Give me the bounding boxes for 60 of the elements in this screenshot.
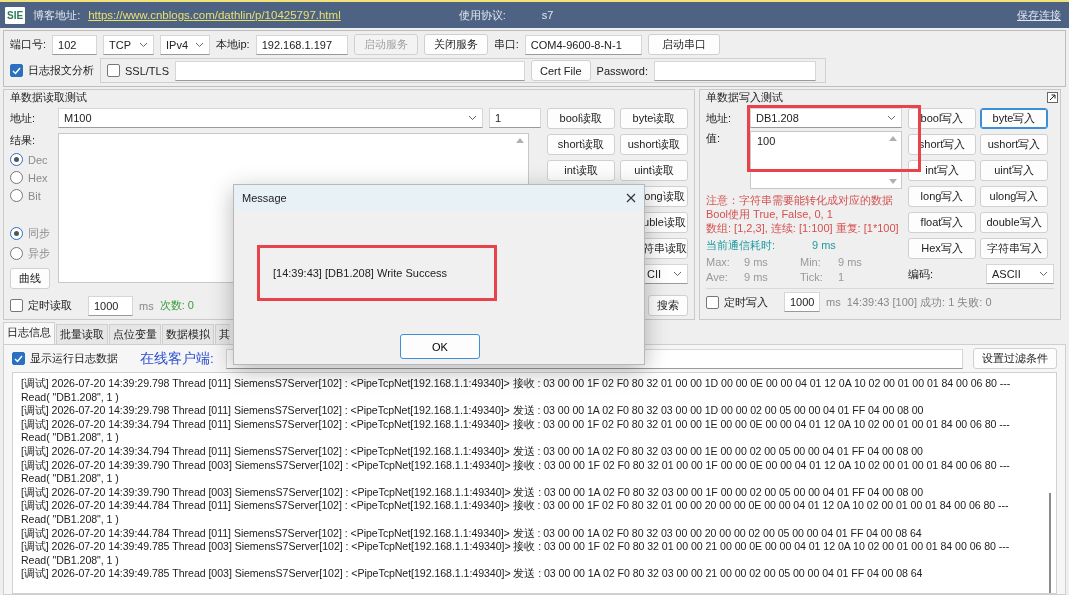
checkbox-label: 显示运行日志数据 [30, 351, 118, 366]
protocol-value: s7 [541, 9, 554, 21]
radio-label: Dec [28, 153, 48, 166]
log-line: [调试] 2026-07-20 14:39:49.785 Thread [003] SiemensS7Server[102] : <PipeTcpNet[192.168.1.1:49340]> 接收 : 03 00 00 1F 02 F0 80 32 01 00 00 21 00 00 0E 00 00 04 01 12 0A 10 02 00 01 00 01 84 00 06 80 --- [21, 540, 1011, 554]
stat-label: Max: [706, 255, 731, 269]
online-clients-label: 在线客户端: [140, 349, 214, 368]
port-label: 端口号: [10, 37, 47, 52]
address-label: 地址: [10, 110, 37, 126]
checkbox-label: SSL/TLS [125, 64, 170, 77]
log-line: [调试] 2026-07-20 14:39:39.790 Thread [003] SiemensS7Server[102] : <PipeTcpNet[192.168.1.1:49340]> 发送 : 03 00 00 1A 02 F0 80 32 03 00 00 1F 00 00 02 00 05 00 00 04 01 FF 04 00 08 00 [21, 485, 925, 500]
checkbox-label: 日志报文分析 [28, 63, 94, 78]
radio-label: Bit [28, 189, 41, 202]
encoding-label: 编码: [908, 266, 935, 282]
stat-value: 9 ms [744, 270, 769, 284]
log-line: Read( "DB1.208", 1 ) [21, 512, 120, 527]
group-title: 单数据读取测试 [10, 91, 87, 104]
address-label: 地址: [706, 110, 733, 126]
value-label: 值: [706, 131, 722, 146]
log-line: Read( "DB1.208", 1 ) [21, 472, 120, 486]
group-title: 单数据写入测试 [706, 91, 783, 104]
stat-label: Min: [800, 255, 822, 269]
checkbox-label: 定时写入 [724, 294, 768, 310]
note-text: 数组: [1,2,3], 连续: [1:100] 重复: [1*100] [706, 221, 900, 235]
unit-label: ms [826, 296, 841, 308]
stat-value: 1 [838, 270, 846, 284]
password-label: Password: [596, 64, 648, 77]
message-text: [14:39:43] [DB1.208] Write Success [273, 267, 448, 279]
app-logo: SIE [5, 6, 26, 24]
note-text: Bool使用 True, False, 0, 1 [706, 207, 834, 221]
log-line: Read( "DB1.208", 1 ) [21, 390, 120, 405]
elapsed-label: 当前通信耗时: [706, 238, 777, 252]
log-line: Read( "DB1.208", 1 ) [21, 553, 120, 568]
note-text: 注意：字符串需要能转化成对应的数据 [706, 193, 894, 207]
stat-value: 9 ms [744, 255, 769, 269]
blog-label: 博客地址: [33, 7, 81, 23]
radio-label: 同步 [28, 226, 50, 241]
log-line: [调试] 2026-07-20 14:39:29.798 Thread [011] SiemensS7Server[102] : <PipeTcpNet[192.168.1.1:49340]> 发送 : 03 00 00 1A 02 F0 80 32 03 00 00 1D 00 00 02 00 05 00 00 04 01 FF 04 00 08 00 [21, 404, 925, 418]
local-ip-label: 本地ip: [216, 37, 250, 52]
result-label: 结果: [10, 133, 37, 148]
stat-label: Ave: [706, 270, 729, 284]
log-line: [调试] 2026-07-20 14:39:29.798 Thread [011] SiemensS7Server[102] : <PipeTcpNet[192.168.1.1:49340]> 接收 : 03 00 00 1F 02 F0 80 32 01 00 00 1D 00 00 0E 00 00 04 01 12 0A 10 02 00 01 00 01 84 00 06 80 --- [21, 377, 1012, 391]
stat-label: Tick: [800, 270, 824, 284]
unit-label: ms [139, 299, 154, 312]
radio-label: Hex [28, 171, 48, 184]
log-line: [调试] 2026-07-20 14:39:49.785 Thread [003] SiemensS7Server[102] : <PipeTcpNet[192.168.1.1:49340]> 发送 : 03 00 00 1A 02 F0 80 32 03 00 00 21 00 00 02 00 05 00 00 04 01 FF 04 00 08 64 [21, 567, 924, 581]
write-status-text: 14:39:43 [100] 成功: 1 失败: 0 [846, 294, 992, 310]
count-label: 次数: 0 [159, 298, 194, 313]
checkbox-label: 定时读取 [28, 298, 72, 313]
serial-label: 串口: [493, 37, 519, 52]
log-line: [调试] 2026-07-20 14:39:34.794 Thread [011] SiemensS7Server[102] : <PipeTcpNet[192.168.1.1:49340]> 发送 : 03 00 00 1A 02 F0 80 32 03 00 00 1E 00 00 02 00 05 00 00 04 01 FF 04 00 08 00 [21, 444, 924, 459]
stat-value: 9 ms [838, 255, 863, 269]
radio-label: 异步 [28, 246, 50, 261]
protocol-label: 使用协议: [458, 7, 506, 23]
log-line: [调试] 2026-07-20 14:39:39.790 Thread [003] SiemensS7Server[102] : <PipeTcpNet[192.168.1.1:49340]> 接收 : 03 00 00 1F 02 F0 80 32 01 00 00 1F 00 00 0E 00 00 04 01 12 0A 10 02 00 01 00 01 84 00 06 80 --- [21, 458, 1011, 473]
elapsed-value: 9 ms [812, 238, 836, 252]
log-line: [调试] 2026-07-20 14:39:34.794 Thread [011] SiemensS7Server[102] : <PipeTcpNet[192.168.1.1:49340]> 接收 : 03 00 00 1F 02 F0 80 32 01 00 00 1E 00 00 0E 00 00 04 01 12 0A 10 02 00 01 00 01 84 00 06 80 --- [21, 417, 1011, 432]
dialog-title: Message [242, 192, 287, 204]
log-line: Read( "DB1.208", 1 ) [21, 431, 120, 445]
log-line: [调试] 2026-07-20 14:39:44.784 Thread [011] SiemensS7Server[102] : <PipeTcpNet[192.168.1.1:49340]> 接收 : 03 00 00 1F 02 F0 80 32 01 00 00 20 00 00 0E 00 00 04 01 12 0A 10 02 00 01 00 01 84 00 06 80 --- [21, 499, 1010, 513]
log-line: [调试] 2026-07-20 14:39:44.784 Thread [011] SiemensS7Server[102] : <PipeTcpNet[192.168.1.1:49340]> 发送 : 03 00 00 1A 02 F0 80 32 03 00 00 20 00 00 02 00 05 00 00 04 01 FF 04 00 08 64 [21, 526, 923, 541]
